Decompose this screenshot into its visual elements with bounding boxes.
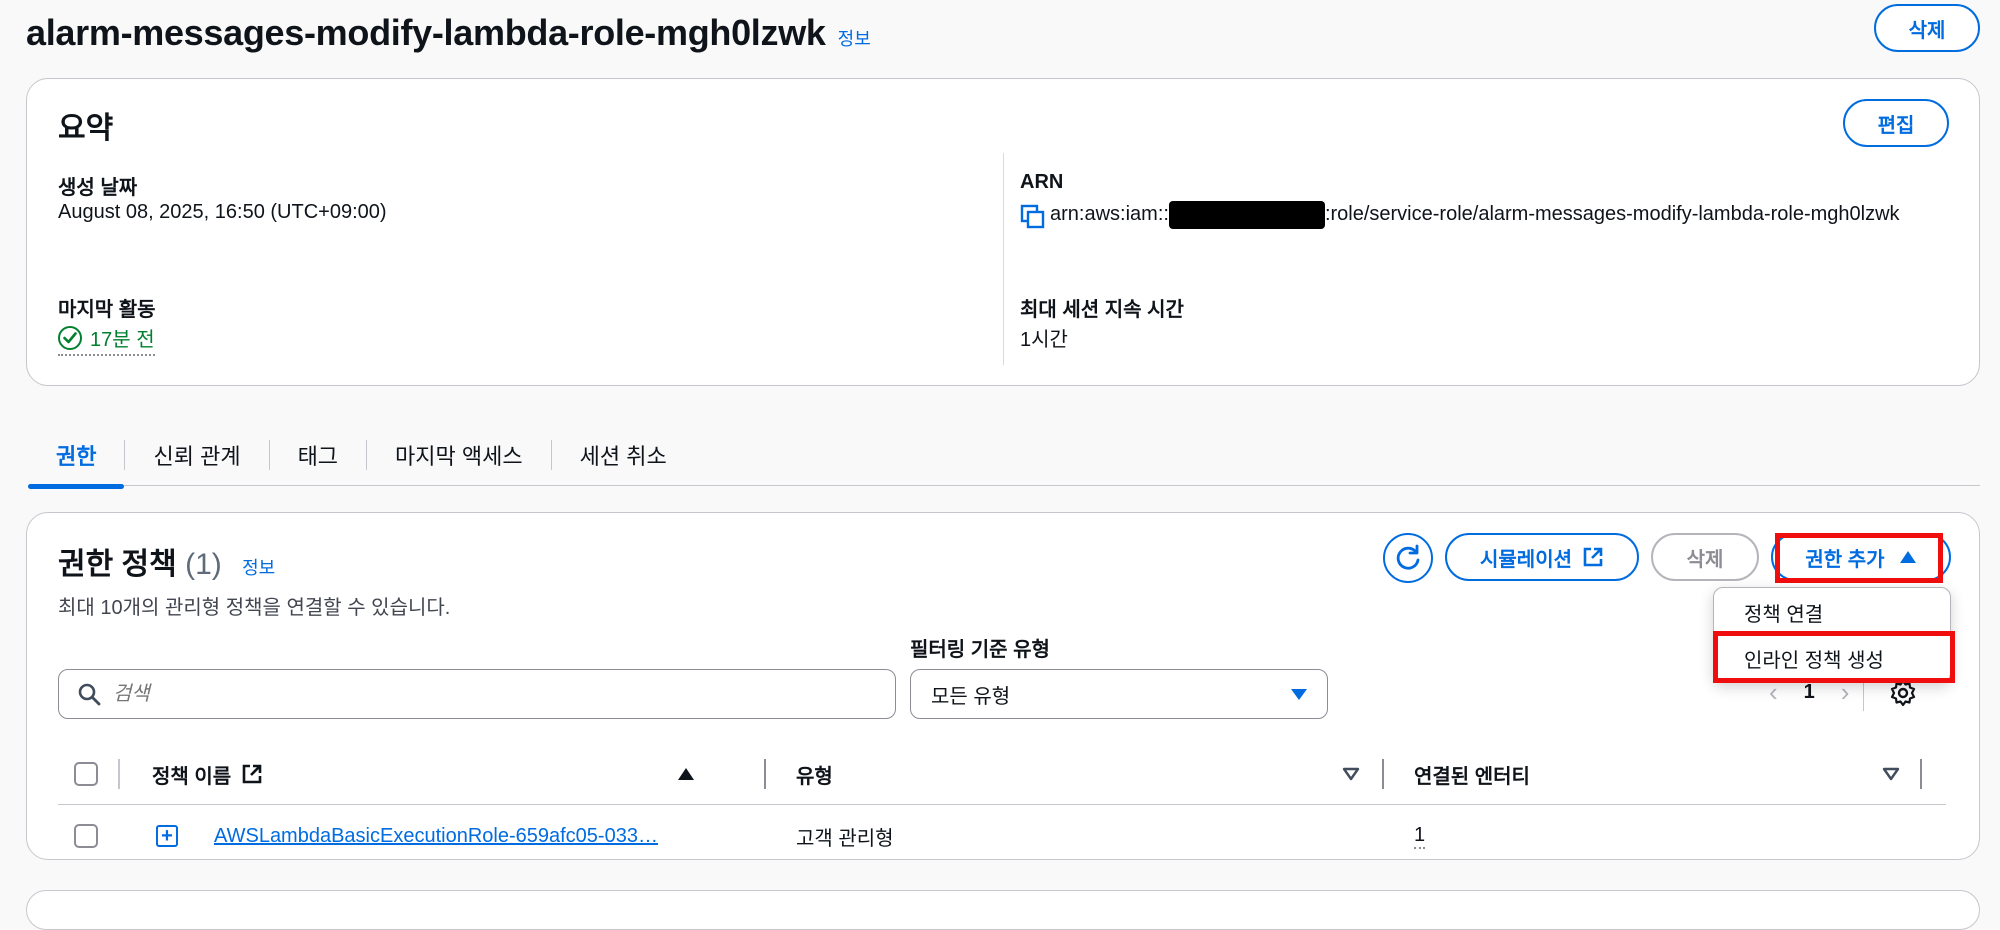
table-row: + AWSLambdaBasicExecutionRole-659afc05-0…	[58, 805, 1946, 867]
sort-entities-icon[interactable]	[1882, 743, 1900, 805]
max-session-label: 최대 세션 지속 시간	[1020, 299, 1184, 321]
simulation-button[interactable]: 시뮬레이션	[1445, 533, 1639, 581]
column-policy-name-label: 정책 이름	[152, 765, 232, 788]
summary-title: 요약	[58, 112, 114, 145]
permissions-info-link[interactable]: 정보	[242, 558, 275, 578]
edit-button[interactable]: 편집	[1843, 99, 1949, 147]
permissions-title-text: 권한 정책	[58, 548, 177, 581]
tab-last-accessed[interactable]: 마지막 액세스	[366, 439, 551, 470]
column-policy-name[interactable]: 정책 이름	[152, 743, 263, 805]
select-all-checkbox[interactable]	[74, 762, 98, 786]
tab-trust-relationships[interactable]: 신뢰 관계	[124, 439, 268, 470]
copy-icon[interactable]	[1020, 199, 1050, 240]
menu-item-attach-policy[interactable]: 정책 연결	[1714, 590, 1950, 634]
column-type[interactable]: 유형	[796, 743, 833, 805]
tab-permissions[interactable]: 권한	[28, 440, 125, 489]
summary-card: 요약 편집 생성 날짜 August 08, 2025, 16:50 (UTC+…	[26, 78, 1980, 386]
policy-name-cell: AWSLambdaBasicExecutionRole-659afc05-033…	[214, 805, 658, 867]
add-permissions-button[interactable]: 권한 추가	[1771, 533, 1951, 581]
policy-count: (1)	[185, 548, 222, 581]
filter-type-label: 필터링 기준 유형	[910, 639, 1050, 661]
created-value: August 08, 2025, 16:50 (UTC+09:00)	[58, 201, 387, 223]
summary-divider	[1003, 153, 1004, 365]
menu-item-create-inline-policy[interactable]: 인라인 정책 생성	[1714, 636, 1950, 680]
page-title: alarm-messages-modify-lambda-role-mgh0lz…	[26, 12, 826, 53]
current-page[interactable]: 1	[1804, 681, 1815, 704]
caret-up-icon	[1899, 551, 1916, 563]
external-link-icon	[242, 764, 262, 784]
redacted-account-id	[1168, 200, 1325, 229]
last-activity-value: 17분 전	[58, 323, 155, 356]
arn-prefix: arn:aws:iam::	[1050, 203, 1169, 225]
simulation-label: 시뮬레이션	[1480, 548, 1572, 571]
search-field[interactable]	[58, 669, 896, 719]
info-link[interactable]: 정보	[838, 25, 871, 51]
row-expand-cell: +	[156, 805, 178, 867]
external-link-icon	[1583, 547, 1603, 567]
arn-label: ARN	[1020, 171, 1064, 193]
tab-tags[interactable]: 태그	[268, 439, 366, 470]
success-check-icon	[58, 325, 82, 350]
permissions-policies-card: 권한 정책 (1) 정보 최대 10개의 관리형 정책을 연결할 수 있습니다.…	[26, 512, 1980, 860]
arn-value: arn:aws:iam:::role/service-role/alarm-me…	[1020, 199, 1900, 240]
next-section-card	[26, 890, 1980, 930]
delete-role-button[interactable]: 삭제	[1874, 4, 1980, 52]
permissions-title: 권한 정책 (1) 정보	[58, 539, 275, 583]
expand-plus-icon[interactable]: +	[156, 825, 178, 847]
attached-entities-cell: 1	[1414, 805, 1426, 867]
attached-entities-count[interactable]: 1	[1414, 824, 1426, 849]
arn-text: arn:aws:iam:::role/service-role/alarm-me…	[1050, 199, 1900, 240]
arn-suffix: :role/service-role/alarm-messages-modify…	[1324, 203, 1900, 225]
row-select-cell	[74, 805, 98, 867]
max-session-value: 1시간	[1020, 329, 1068, 351]
type-filter-value: 모든 유형	[931, 685, 1011, 708]
type-filter-select[interactable]: 모든 유형	[910, 669, 1328, 719]
search-icon	[78, 683, 101, 706]
sort-ascending-icon[interactable]	[678, 743, 694, 805]
settings-gear-icon[interactable]	[1889, 679, 1917, 707]
refresh-button[interactable]	[1383, 533, 1433, 583]
column-resizer[interactable]	[764, 759, 766, 789]
search-input[interactable]	[113, 682, 873, 706]
last-activity-text: 17분 전	[90, 329, 155, 351]
sort-type-icon[interactable]	[1342, 743, 1360, 805]
policies-table-header: 정책 이름 유형 연결된 엔터티	[58, 743, 1946, 805]
column-resizer[interactable]	[1382, 759, 1384, 789]
policy-type-cell: 고객 관리형	[796, 827, 894, 850]
select-all-cell	[74, 743, 98, 805]
refresh-icon	[1396, 544, 1420, 570]
role-tabs: 권한 신뢰 관계 태그 마지막 액세스 세션 취소	[28, 424, 1980, 489]
row-checkbox[interactable]	[74, 824, 98, 848]
policy-name-link[interactable]: AWSLambdaBasicExecutionRole-659afc05-033…	[214, 825, 658, 848]
column-separator	[118, 759, 120, 789]
permissions-description: 최대 10개의 관리형 정책을 연결할 수 있습니다.	[58, 597, 451, 619]
page-header: alarm-messages-modify-lambda-role-mgh0lz…	[26, 8, 1980, 58]
column-attached-entities[interactable]: 연결된 엔터티	[1414, 743, 1530, 805]
delete-policy-button[interactable]: 삭제	[1651, 533, 1759, 581]
tab-revoke-sessions[interactable]: 세션 취소	[550, 439, 695, 470]
last-activity-label: 마지막 활동	[58, 299, 156, 321]
caret-down-icon	[1291, 688, 1307, 700]
add-permissions-menu: 정책 연결 인라인 정책 생성	[1713, 587, 1951, 683]
add-permissions-label: 권한 추가	[1805, 548, 1885, 571]
created-label: 생성 날짜	[58, 177, 138, 199]
column-resizer[interactable]	[1920, 759, 1922, 789]
